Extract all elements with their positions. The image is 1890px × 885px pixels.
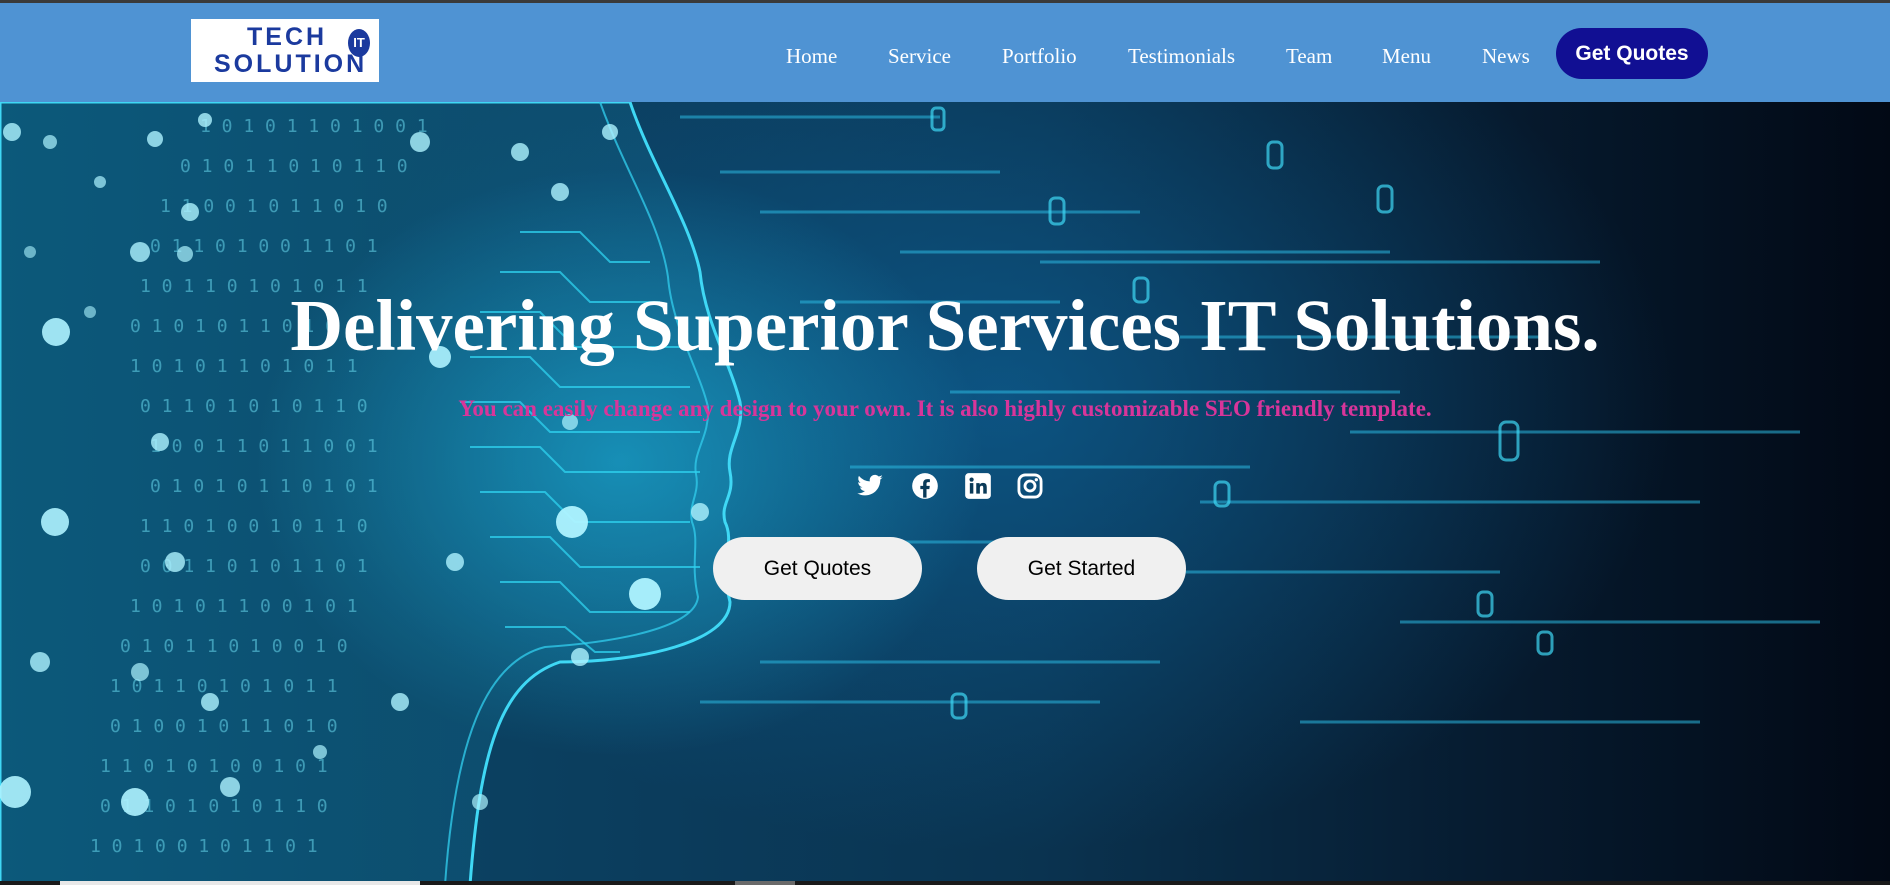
horizontal-scrollbar[interactable] bbox=[0, 881, 1890, 885]
get-quotes-button[interactable]: Get Quotes bbox=[713, 537, 922, 600]
nav-portfolio[interactable]: Portfolio bbox=[1002, 41, 1077, 71]
hero-title: Delivering Superior Services IT Solution… bbox=[290, 285, 1600, 366]
hero-section: 1 0 1 0 1 1 0 1 0 0 1 0 1 0 1 1 0 1 0 1 … bbox=[0, 102, 1890, 885]
twitter-icon[interactable] bbox=[856, 472, 884, 500]
svg-text:1 0 0 1 1 0 1 1 0 0 1: 1 0 0 1 1 0 1 1 0 0 1 bbox=[150, 436, 378, 457]
svg-text:0 1 0 1 0 1 1 0 1 0 1: 0 1 0 1 0 1 1 0 1 0 1 bbox=[150, 476, 378, 497]
nav-home[interactable]: Home bbox=[786, 41, 837, 71]
facebook-icon[interactable] bbox=[911, 472, 939, 500]
get-quotes-nav-button[interactable]: Get Quotes bbox=[1556, 28, 1708, 79]
nav-news[interactable]: News bbox=[1482, 41, 1530, 71]
scrollbar-segment bbox=[735, 881, 795, 885]
svg-text:0 1 0 0 1 0 1 1 0 1 0: 0 1 0 0 1 0 1 1 0 1 0 bbox=[110, 716, 338, 737]
nav-team[interactable]: Team bbox=[1286, 41, 1332, 71]
logo-text-line1: TECH bbox=[247, 23, 328, 51]
logo-text-line2: SOLUTION bbox=[214, 50, 368, 78]
svg-text:1 0 1 0 1 1 0 1 0 0 1: 1 0 1 0 1 1 0 1 0 0 1 bbox=[200, 116, 428, 137]
site-logo[interactable]: TECH SOLUTION IT bbox=[191, 19, 379, 82]
nav-service[interactable]: Service bbox=[888, 41, 951, 71]
nav-menu[interactable]: Menu bbox=[1382, 41, 1431, 71]
svg-text:1 1 0 1 0 1 0 0 1 0 1: 1 1 0 1 0 1 0 0 1 0 1 bbox=[100, 756, 328, 777]
scrollbar-thumb[interactable] bbox=[60, 881, 420, 885]
logo-badge: IT bbox=[348, 29, 370, 57]
svg-text:1 0 1 0 1 1 0 0 1 0 1: 1 0 1 0 1 1 0 0 1 0 1 bbox=[130, 596, 358, 617]
instagram-icon[interactable] bbox=[1016, 472, 1044, 500]
nav-testimonials[interactable]: Testimonials bbox=[1128, 41, 1235, 71]
svg-text:0 1 0 1 1 0 1 0 0 1 0: 0 1 0 1 1 0 1 0 0 1 0 bbox=[120, 636, 348, 657]
hero-background-image: 1 0 1 0 1 1 0 1 0 0 1 0 1 0 1 1 0 1 0 1 … bbox=[0, 102, 1820, 885]
hero-subtitle: You can easily change any design to your… bbox=[458, 396, 1432, 421]
linkedin-icon[interactable] bbox=[964, 472, 992, 500]
navbar: TECH SOLUTION IT Home Service Portfolio … bbox=[0, 3, 1890, 102]
svg-text:1 1 0 1 0 0 1 0 1 1 0: 1 1 0 1 0 0 1 0 1 1 0 bbox=[140, 516, 368, 537]
get-started-button[interactable]: Get Started bbox=[977, 537, 1186, 600]
svg-text:0 1 0 1 1 0 1 0 1 1 0: 0 1 0 1 1 0 1 0 1 1 0 bbox=[180, 156, 408, 177]
svg-text:1 0 1 0 0 1 0 1 1 0 1: 1 0 1 0 0 1 0 1 1 0 1 bbox=[90, 836, 318, 857]
